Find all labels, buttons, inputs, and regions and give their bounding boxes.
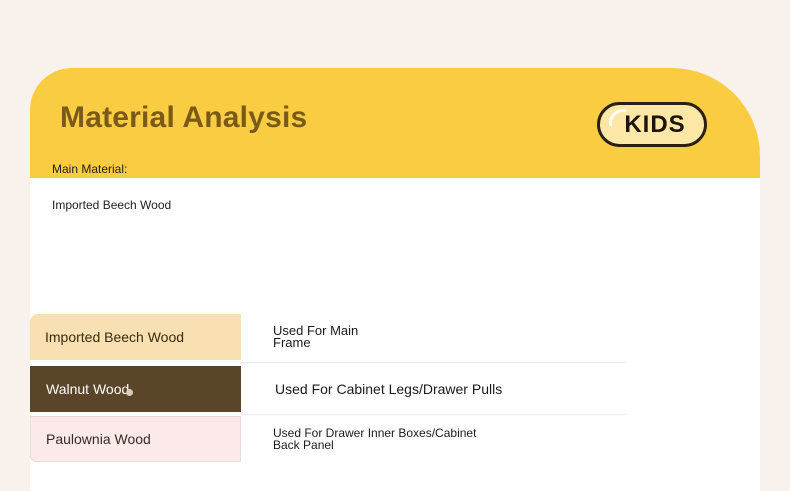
main-material-label: Main Material: [52, 162, 128, 176]
main-material-value: Imported Beech Wood [52, 198, 172, 212]
material-use-walnut: Used For Cabinet Legs/Drawer Pulls [275, 366, 502, 412]
cursor-icon [126, 388, 134, 396]
material-row: Paulownia Wood Used For Drawer Inner Box… [30, 416, 626, 462]
material-row: Imported Beech Wood Used For Main Frame [30, 314, 626, 363]
row-divider [241, 362, 626, 363]
material-name-beech: Imported Beech Wood [30, 314, 241, 360]
material-name-label: Imported Beech Wood [45, 329, 185, 345]
material-name-walnut: Walnut Wood [30, 366, 241, 412]
material-use-paulownia: Used For Drawer Inner Boxes/Cabinet Back… [273, 416, 476, 462]
header-banner: Material Analysis KIDS [30, 68, 760, 178]
row-divider [241, 414, 626, 415]
badge-glint-icon [609, 109, 626, 126]
use-line: Frame [273, 335, 311, 350]
material-name-label: Paulownia Wood [46, 431, 151, 447]
kids-badge: KIDS [597, 102, 707, 147]
use-line: Back Panel [273, 438, 334, 452]
kids-badge-label: KIDS [624, 110, 686, 138]
use-line: Used For Cabinet Legs/Drawer Pulls [275, 381, 503, 397]
page-title: Material Analysis [60, 101, 308, 134]
material-use-beech: Used For Main Frame [273, 314, 358, 360]
material-name-paulownia: Paulownia Wood [30, 416, 241, 462]
material-row: Walnut Wood Used For Cabinet Legs/Drawer… [30, 366, 626, 415]
material-name-label: Walnut Wood [46, 381, 130, 397]
